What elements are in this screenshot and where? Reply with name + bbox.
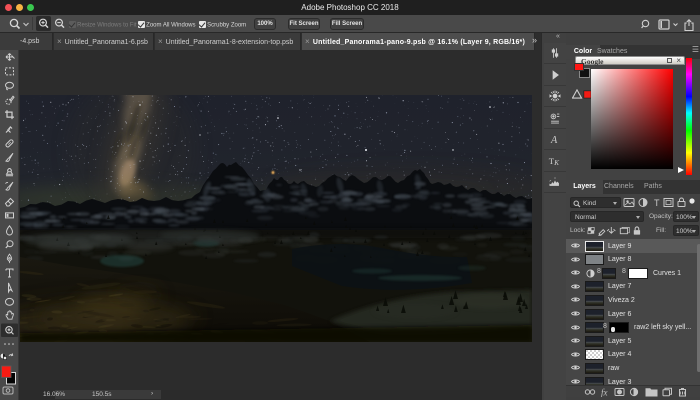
svg-text:K: K <box>553 158 560 166</box>
svg-text:A: A <box>550 135 558 146</box>
svg-text:T: T <box>654 198 660 208</box>
svg-text:fx: fx <box>601 388 608 398</box>
